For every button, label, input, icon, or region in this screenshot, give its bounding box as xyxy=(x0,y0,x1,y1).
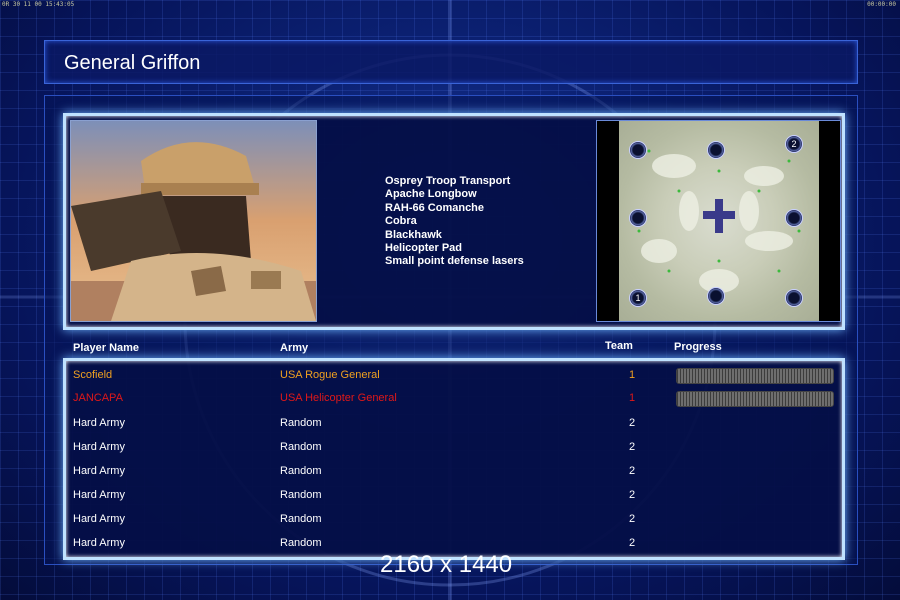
start-position-marker xyxy=(707,287,725,305)
player-team: 2 xyxy=(629,417,636,429)
player-army: USA Helicopter General xyxy=(280,392,397,404)
player-row: Hard Army Random 2 xyxy=(66,508,842,532)
unit-item: Osprey Troop Transport xyxy=(385,175,511,187)
player-name: Hard Army xyxy=(73,537,125,549)
progress-bar xyxy=(676,391,834,407)
player-team: 2 xyxy=(629,441,636,453)
player-army: Random xyxy=(280,465,322,477)
player-army: Random xyxy=(280,489,322,501)
player-team: 1 xyxy=(629,392,636,404)
start-position-marker xyxy=(785,289,803,307)
column-progress: Progress xyxy=(674,341,722,353)
progress-bar xyxy=(676,368,834,384)
unit-item: RAH-66 Comanche xyxy=(385,201,485,214)
player-army: Random xyxy=(280,537,322,549)
player-team: 2 xyxy=(629,513,636,525)
player-team: 2 xyxy=(629,537,636,549)
player-name: Hard Army xyxy=(73,465,125,477)
player-row: Scofield USA Rogue General 1 xyxy=(66,364,842,388)
player-row: Hard Army Random 2 xyxy=(66,412,842,436)
player-row: Hard Army Random 2 xyxy=(66,460,842,484)
header-bar: General Griffon xyxy=(44,40,858,84)
start-position-marker xyxy=(785,209,803,227)
player-name: Hard Army xyxy=(73,441,125,453)
column-army: Army xyxy=(280,342,309,354)
player-row: Hard Army Random 2 xyxy=(66,436,842,460)
start-position-marker xyxy=(629,141,647,159)
unit-item: Helicopter Pad xyxy=(385,242,463,255)
player-name: Hard Army xyxy=(73,417,125,429)
map-terrain: 2 1 xyxy=(619,121,819,321)
minimap: 2 1 xyxy=(596,120,841,322)
start-position-2-marker: 2 xyxy=(785,135,803,153)
unit-item: Apache Longbow xyxy=(385,188,477,201)
unit-item: Small point defense lasers xyxy=(385,255,524,268)
start-position-marker xyxy=(707,141,725,159)
start-position-1-marker: 1 xyxy=(629,289,647,307)
table-header: Player Name Army Team Progress xyxy=(0,0,900,354)
player-name: Hard Army xyxy=(73,513,125,525)
player-team: 2 xyxy=(629,489,636,501)
player-name: JANCAPA xyxy=(73,392,123,404)
column-team: Team xyxy=(605,340,633,352)
general-title: General Griffon xyxy=(64,52,201,74)
player-team: 1 xyxy=(629,369,636,381)
player-army: USA Rogue General xyxy=(280,369,380,381)
player-name: Hard Army xyxy=(73,489,125,501)
unit-list: Osprey Troop Transport Apache Longbow RA… xyxy=(385,175,524,269)
player-name: Scofield xyxy=(73,369,113,381)
unit-item: Cobra xyxy=(385,215,417,228)
general-info-panel: Osprey Troop Transport Apache Longbow RA… xyxy=(63,113,845,330)
player-row: Hard Army Random 2 xyxy=(66,484,842,508)
player-team: 2 xyxy=(629,465,636,477)
column-player-name: Player Name xyxy=(73,342,140,354)
start-position-marker xyxy=(629,209,647,227)
players-table: Scofield USA Rogue General 1 JANCAPA USA… xyxy=(63,358,845,560)
unit-item: Blackhawk xyxy=(385,228,442,241)
player-row: JANCAPA USA Helicopter General 1 xyxy=(66,387,842,411)
player-army: Random xyxy=(280,513,322,525)
resolution-watermark: 2160 x 1440 xyxy=(380,551,513,578)
player-army: Random xyxy=(280,417,322,429)
player-army: Random xyxy=(280,441,322,453)
general-portrait xyxy=(70,120,317,322)
